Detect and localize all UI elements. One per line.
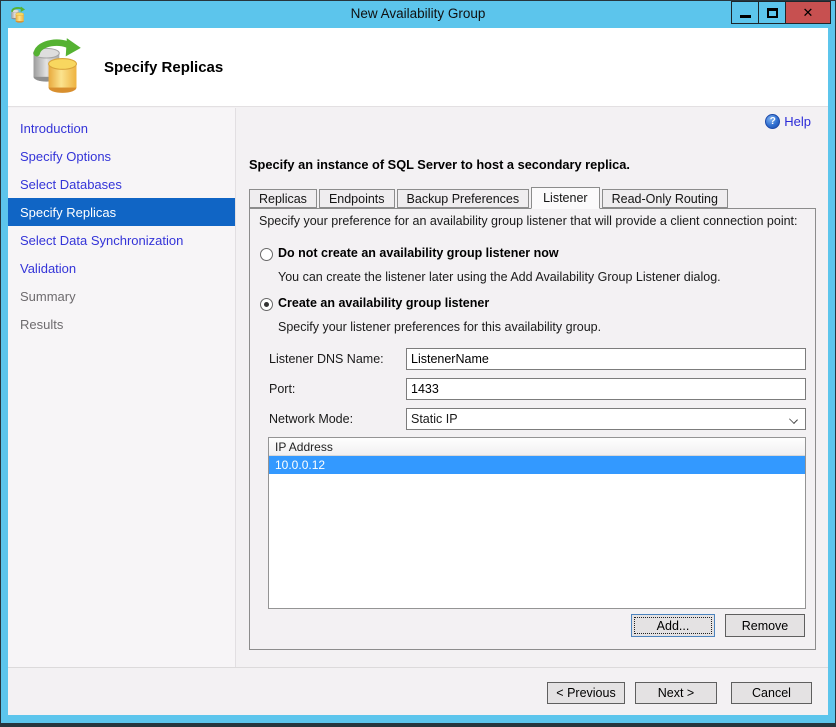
- tab-replicas[interactable]: Replicas: [249, 189, 317, 208]
- network-mode-label: Network Mode:: [269, 412, 354, 426]
- page-title: Specify Replicas: [104, 59, 224, 76]
- title-bar[interactable]: New Availability Group ✕: [1, 1, 835, 28]
- new-availability-group-window: New Availability Group ✕ Specify Replica…: [0, 0, 836, 727]
- option-desc-no-listener: You can create the listener later using …: [278, 270, 721, 284]
- ip-address-row[interactable]: 10.0.0.12: [269, 456, 805, 474]
- listener-tab-page: Specify your preference for an availabil…: [249, 208, 816, 650]
- listener-intro-text: Specify your preference for an availabil…: [259, 214, 798, 228]
- content-row: Introduction Specify Options Select Data…: [8, 108, 828, 667]
- maximize-button[interactable]: [758, 1, 786, 24]
- tab-listener[interactable]: Listener: [531, 187, 600, 209]
- tab-endpoints[interactable]: Endpoints: [318, 189, 395, 208]
- radio-create-listener[interactable]: [260, 298, 273, 311]
- ip-address-list[interactable]: IP Address 10.0.0.12: [268, 437, 806, 609]
- help-label: Help: [784, 114, 811, 129]
- sidebar-item-validation[interactable]: Validation: [8, 254, 235, 282]
- dialog-body: Specify Replicas Introduction Specify Op…: [8, 28, 828, 715]
- close-icon: ✕: [802, 5, 814, 20]
- tab-backup-preferences[interactable]: Backup Preferences: [396, 189, 530, 208]
- add-button[interactable]: Add...: [631, 614, 715, 637]
- port-label: Port:: [269, 382, 296, 396]
- option-desc-create-listener: Specify your listener preferences for th…: [278, 320, 602, 334]
- dns-name-label: Listener DNS Name:: [269, 352, 384, 366]
- port-row: Port:: [269, 378, 806, 400]
- help-icon: ?: [765, 114, 781, 129]
- sidebar-item-specify-options[interactable]: Specify Options: [8, 142, 235, 170]
- network-mode-select[interactable]: Static IP: [406, 408, 806, 430]
- dns-name-row: Listener DNS Name:: [269, 348, 806, 370]
- main-panel: ? Help Specify an instance of SQL Server…: [236, 108, 828, 667]
- network-mode-value: Static IP: [411, 412, 458, 426]
- sidebar-item-select-data-synchronization[interactable]: Select Data Synchronization: [8, 226, 235, 254]
- cancel-button[interactable]: Cancel: [731, 682, 812, 704]
- sidebar-item-results: Results: [20, 316, 64, 332]
- replicas-icon: [32, 38, 81, 93]
- sidebar-item-specify-replicas[interactable]: Specify Replicas: [8, 198, 235, 226]
- help-link[interactable]: ? Help: [765, 114, 811, 129]
- tab-strip: Replicas Endpoints Backup Preferences Li…: [249, 186, 730, 209]
- maximize-icon: [766, 7, 778, 18]
- ip-address-column-header[interactable]: IP Address: [269, 438, 805, 456]
- network-mode-row: Network Mode: Static IP: [269, 408, 806, 430]
- option-label-no-listener[interactable]: Do not create an availability group list…: [278, 246, 559, 260]
- option-label-create-listener[interactable]: Create an availability group listener: [278, 296, 489, 310]
- minimize-icon: [739, 15, 751, 18]
- remove-button[interactable]: Remove: [725, 614, 805, 637]
- port-input[interactable]: [406, 378, 806, 400]
- minimize-button[interactable]: [731, 1, 759, 24]
- previous-button[interactable]: < Previous: [547, 682, 625, 704]
- sidebar-item-summary: Summary: [20, 288, 76, 304]
- sidebar-item-select-databases[interactable]: Select Databases: [8, 170, 235, 198]
- close-button[interactable]: ✕: [785, 1, 831, 24]
- sidebar-item-introduction[interactable]: Introduction: [8, 114, 235, 142]
- chevron-down-icon: [789, 415, 798, 424]
- wizard-steps-sidebar: Introduction Specify Options Select Data…: [8, 108, 236, 667]
- radio-do-not-create-listener[interactable]: [260, 248, 273, 261]
- tab-read-only-routing[interactable]: Read-Only Routing: [601, 189, 728, 208]
- dns-name-input[interactable]: [406, 348, 806, 370]
- next-button[interactable]: Next >: [635, 682, 717, 704]
- window-controls: ✕: [731, 1, 831, 24]
- window-title: New Availability Group: [350, 6, 486, 21]
- dialog-footer: < Previous Next > Cancel: [8, 667, 828, 715]
- instruction-text: Specify an instance of SQL Server to hos…: [249, 157, 630, 172]
- wizard-header: Specify Replicas: [8, 28, 828, 107]
